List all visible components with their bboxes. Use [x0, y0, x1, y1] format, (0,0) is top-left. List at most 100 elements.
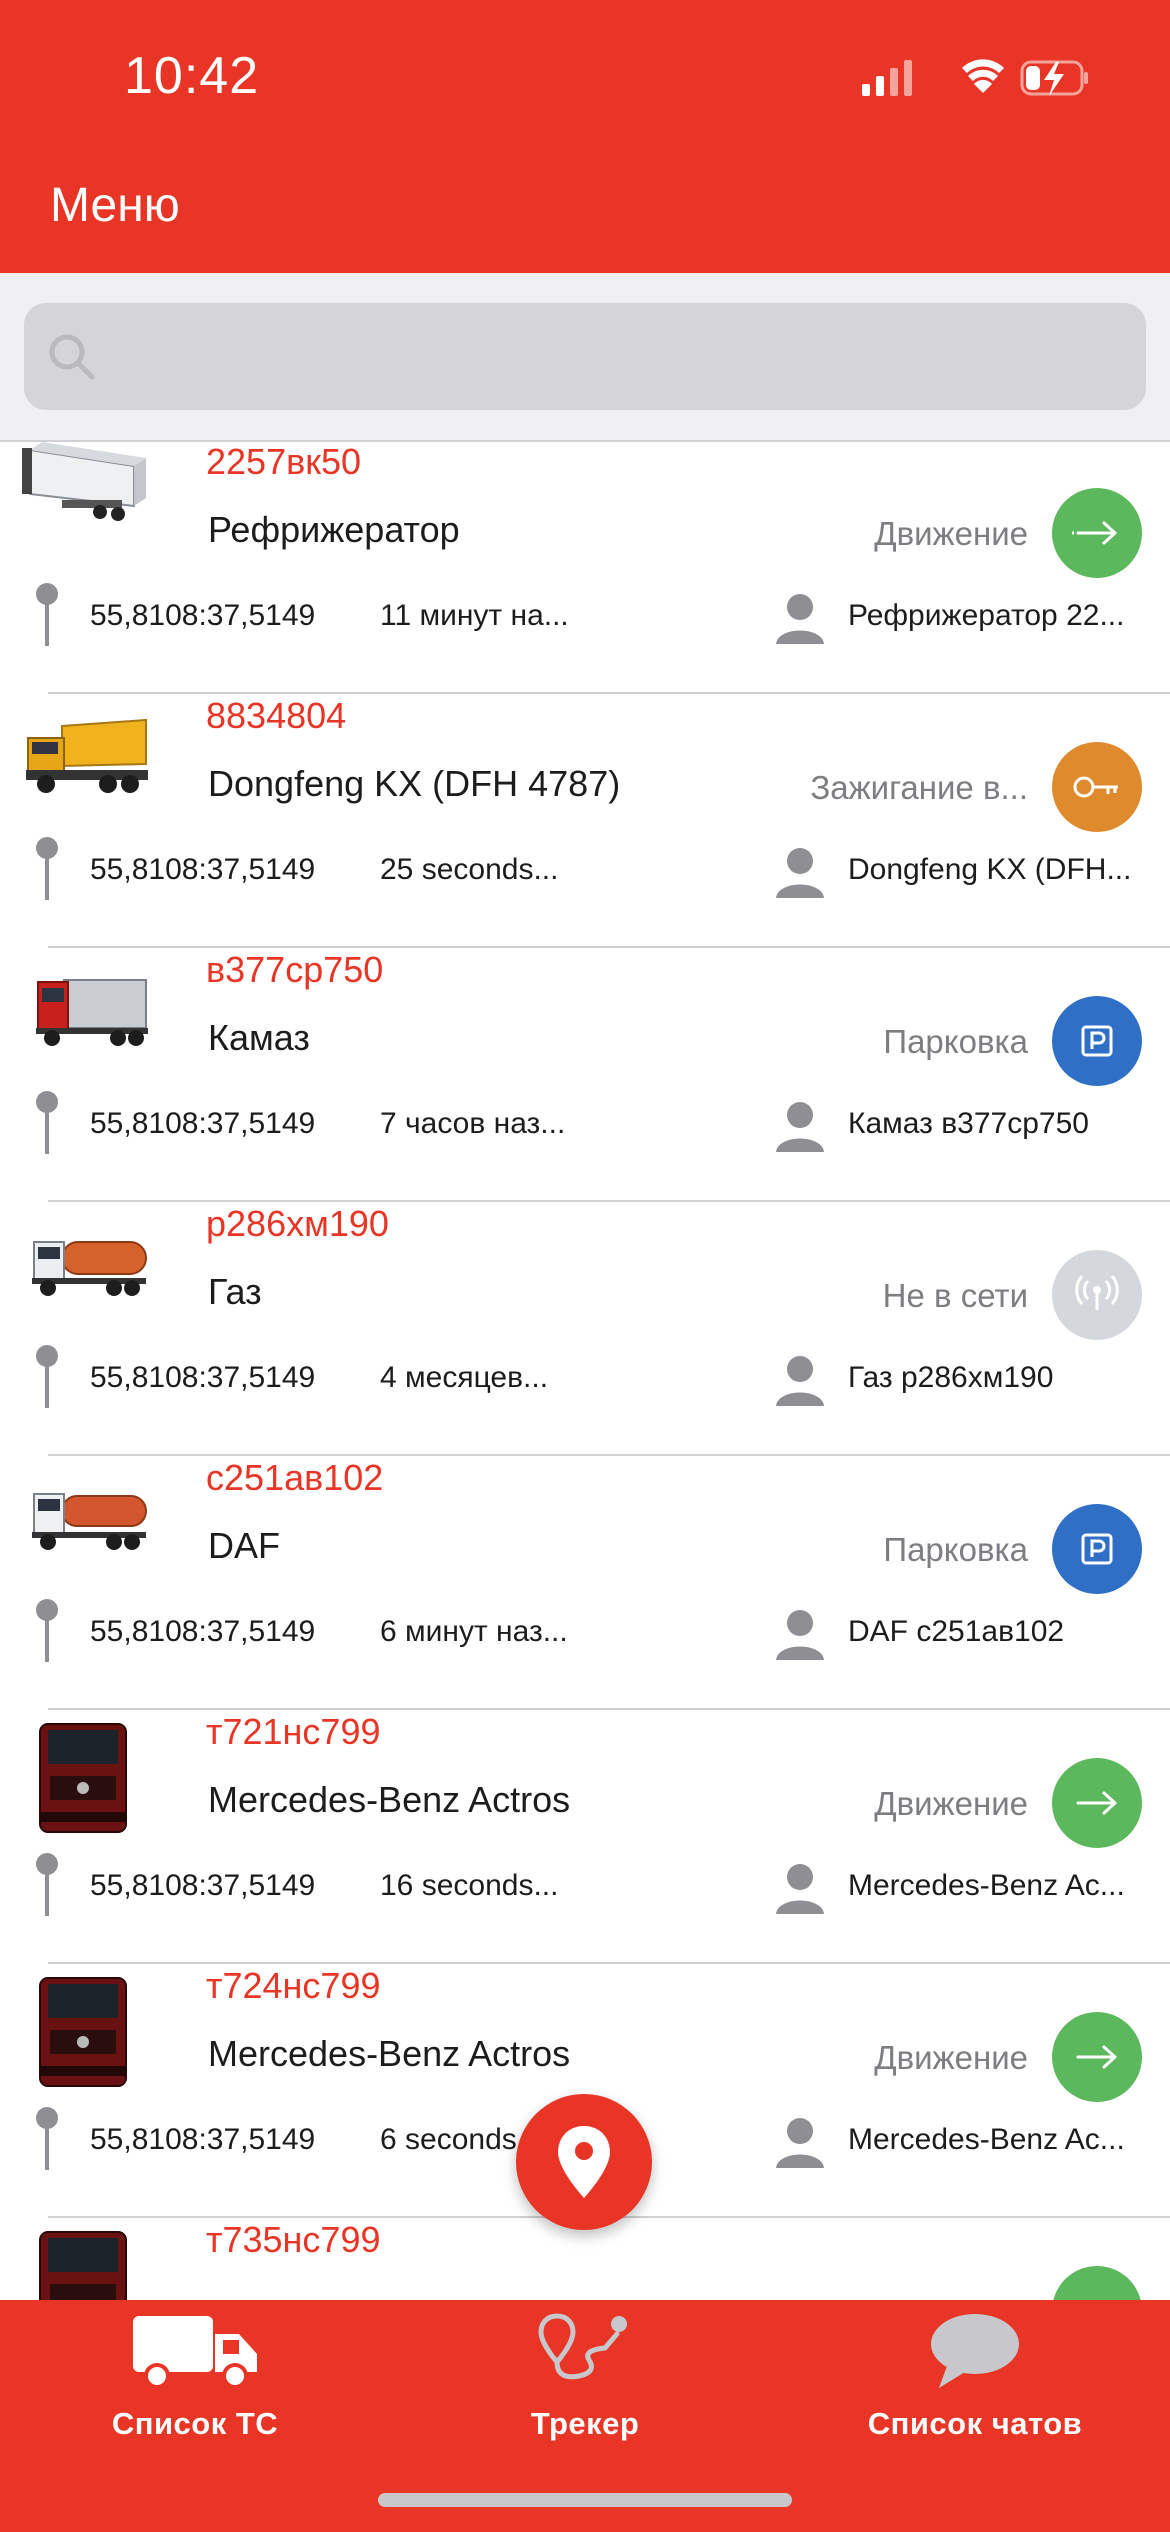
person-icon [776, 1356, 824, 1406]
person-icon [776, 2118, 824, 2168]
location-pin-icon [36, 837, 58, 900]
vehicle-row[interactable]: в377ср750 Камаз Парковка 55,8108:37,5149… [0, 948, 1170, 1202]
vehicle-status: Парковка [883, 1023, 1028, 1060]
status-moving-button[interactable] [1052, 1758, 1142, 1848]
signal-icon [862, 60, 912, 96]
vehicle-last-update: 4 месяцев... [380, 1361, 549, 1394]
vehicle-status: Движение [874, 1785, 1028, 1822]
tab-chat-list[interactable]: Список чатов [780, 2310, 1170, 2470]
parking-icon [1081, 1025, 1113, 1057]
vehicle-driver: Mercedes-Benz Ac... [848, 1869, 1125, 1902]
vehicle-status: Зажигание в... [810, 769, 1028, 806]
vehicle-driver: Mercedes-Benz Ac... [848, 2123, 1125, 2156]
location-pin-icon [36, 1091, 58, 1154]
vehicle-status: Движение [874, 2039, 1028, 2076]
map-location-button[interactable] [516, 2094, 652, 2230]
location-pin-icon [36, 1345, 58, 1408]
vehicle-driver: Рефрижератор 22... [848, 599, 1125, 632]
status-parking-button[interactable] [1052, 996, 1142, 1086]
vehicle-name: Газ [208, 1271, 262, 1312]
arrow-right-icon [1076, 2045, 1117, 2069]
tab-vehicle-list[interactable]: Список ТС [0, 2310, 390, 2470]
battery-icon [1020, 60, 1088, 96]
vehicle-photo-kamaz [36, 979, 148, 1046]
vehicle-photo-daf-tanker [32, 1493, 147, 1550]
location-pin-icon [36, 1599, 58, 1662]
vehicle-name: DAF [208, 1525, 280, 1566]
map-pin-icon [558, 2126, 610, 2198]
search-input[interactable] [24, 303, 1146, 410]
vehicle-coordinates: 55,8108:37,5149 [90, 2123, 316, 2156]
search-bar [0, 273, 1170, 442]
status-ignition-button[interactable] [1052, 742, 1142, 832]
vehicle-last-update: 16 seconds... [380, 1869, 559, 1902]
vehicle-plate: р286хм190 [206, 1203, 389, 1244]
vehicle-name: Камаз [208, 1017, 310, 1058]
status-moving-button[interactable] [1052, 488, 1142, 578]
vehicle-status: Парковка [883, 1531, 1028, 1568]
menu-title[interactable]: Меню [50, 178, 180, 233]
tab-label: Трекер [530, 2406, 640, 2441]
status-moving-button[interactable] [1052, 2012, 1142, 2102]
vehicle-name: Mercedes-Benz Actros [208, 1779, 571, 1820]
vehicle-last-update: 6 минут наз... [380, 1615, 568, 1648]
person-icon [776, 594, 824, 644]
route-icon [538, 2313, 627, 2380]
vehicle-last-update: 25 seconds... [380, 853, 559, 886]
location-pin-icon [36, 1853, 58, 1916]
vehicle-row[interactable]: р286хм190 Газ Не в сети 55,8108:37,5149 … [0, 1202, 1170, 1456]
location-pin-icon [36, 583, 58, 646]
vehicle-coordinates: 55,8108:37,5149 [90, 1615, 316, 1648]
vehicle-coordinates: 55,8108:37,5149 [90, 599, 316, 632]
key-icon [1073, 776, 1118, 798]
person-icon [776, 1864, 824, 1914]
vehicle-status: Не в сети [882, 1277, 1028, 1314]
status-parking-button[interactable] [1052, 1504, 1142, 1594]
vehicle-last-update: 11 минут на... [380, 599, 569, 632]
vehicle-photo-actros [39, 2231, 127, 2300]
vehicle-list[interactable]: 2257вк50 Рефрижератор Движение 55,8108:3… [0, 440, 1170, 2300]
vehicle-plate: 8834804 [206, 695, 347, 736]
status-icons [850, 56, 1090, 100]
vehicle-plate: с251ав102 [206, 1457, 384, 1498]
vehicle-row[interactable]: т721нс799 Mercedes-Benz Actros Движение … [0, 1710, 1170, 1964]
tab-label: Список ТС [111, 2406, 279, 2441]
vehicle-plate: т735нс799 [206, 2219, 381, 2260]
vehicle-coordinates: 55,8108:37,5149 [90, 1361, 316, 1394]
vehicle-photo-gas-tanker [32, 1241, 147, 1296]
parking-icon [1081, 1533, 1113, 1565]
search-icon [49, 334, 95, 380]
status-offline-button[interactable] [1052, 1250, 1142, 1340]
vehicle-row[interactable]: с251ав102 DAF Парковка 55,8108:37,5149 6… [0, 1456, 1170, 1710]
vehicle-last-update: 7 часов наз... [380, 1107, 566, 1140]
status-moving-button[interactable] [1052, 2266, 1142, 2300]
status-time: 10:42 [124, 47, 260, 105]
app-header: 10:42 Меню [0, 0, 1170, 273]
person-icon [776, 848, 824, 898]
vehicle-name: Dongfeng KX (DFH 4787) [208, 763, 621, 804]
vehicle-name: Рефрижератор [208, 509, 460, 550]
location-pin-icon [36, 2107, 58, 2170]
vehicle-coordinates: 55,8108:37,5149 [90, 853, 316, 886]
tab-label: Список чатов [867, 2406, 1083, 2441]
chat-bubble-icon [931, 2314, 1019, 2388]
vehicle-driver: Камаз в377ср750 [848, 1107, 1089, 1140]
vehicle-photo-actros [39, 1723, 127, 1833]
vehicle-row[interactable]: 2257вк50 Рефрижератор Движение 55,8108:3… [0, 440, 1170, 694]
tab-tracker[interactable]: Трекер [390, 2310, 780, 2470]
wifi-icon [962, 59, 1004, 93]
person-icon [776, 1102, 824, 1152]
vehicle-status: Движение [874, 515, 1028, 552]
vehicle-plate: т721нс799 [206, 1711, 381, 1752]
vehicle-row[interactable]: т735нс799 [0, 2218, 1170, 2300]
vehicle-photo-dump-truck [26, 718, 148, 793]
vehicle-photo-actros [39, 1977, 127, 2087]
vehicle-driver: DAF с251ав102 [848, 1615, 1065, 1648]
vehicle-driver: Газ р286хм190 [848, 1361, 1054, 1394]
arrow-right-icon [1072, 521, 1117, 545]
vehicle-photo-refrigerator [22, 442, 146, 521]
vehicle-plate: т724нс799 [206, 1965, 381, 2006]
arrow-right-icon [1076, 1791, 1117, 1815]
vehicle-driver: Dongfeng KX (DFH... [848, 853, 1132, 886]
vehicle-row[interactable]: 8834804 Dongfeng KX (DFH 4787) Зажигание… [0, 694, 1170, 948]
